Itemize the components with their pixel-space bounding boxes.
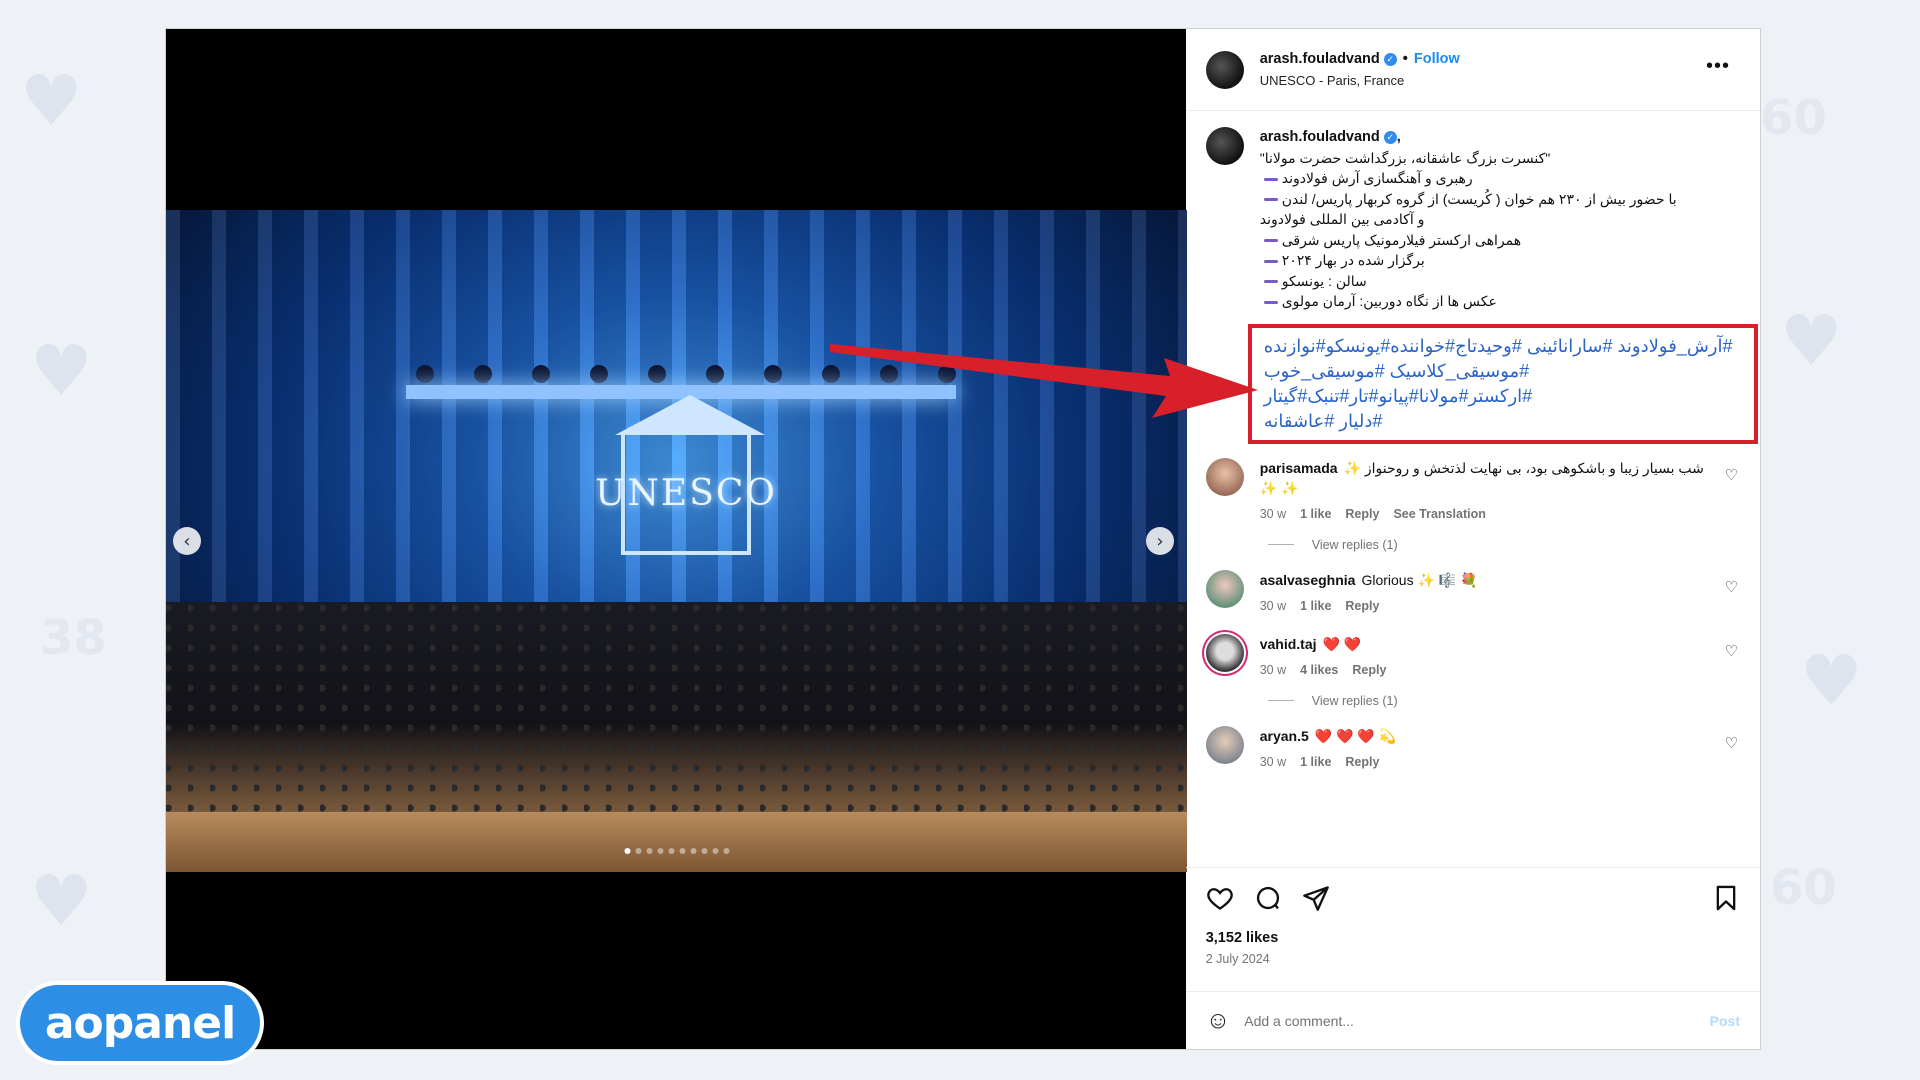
caption-line: همراهی ارکستر فیلارمونیک پاریس شرقی [1260,230,1740,251]
red-annotation-arrow [830,344,1258,418]
verified-icon: ✓ [1383,130,1397,144]
caption-author-avatar[interactable] [1205,127,1244,165]
author-avatar[interactable] [1205,50,1244,89]
commenter-avatar[interactable] [1205,457,1244,496]
view-replies-button[interactable]: View replies (1) [1268,694,1760,708]
hashtag-line[interactable]: #ارکستر#مولانا#پیانو#تار#تنبک#گیتار [1264,384,1746,409]
hashtag-line[interactable]: #دلیار #عاشقانه [1264,409,1746,434]
comment-item: asalvaseghnia Glorious ✨ 🎼 💐 30 w 1 like … [1186,569,1760,616]
caption-line: و آکادمی بین المللی فولادوند [1259,211,1425,227]
commenter-avatar[interactable] [1205,633,1244,672]
hashtags-highlight-box: #آرش_فولادوند #سارانائینی #وحیدتاج#خوانن… [1247,323,1758,444]
bookmark-icon[interactable] [1712,884,1740,912]
comment-likes[interactable]: 1 like [1300,596,1331,616]
aopanel-watermark-logo: aopanel [20,985,260,1061]
post-comment-button[interactable]: Post [1710,1013,1740,1029]
reply-button[interactable]: Reply [1352,660,1386,680]
comment-heart-icon[interactable]: ♡ [1725,578,1738,596]
comment-item: aryan.5 ❤️ ❤️ ❤️ 💫 30 w 1 like Reply ♡ [1186,725,1760,772]
comment-time: 30 w [1259,598,1287,613]
verified-icon: ✓ [1383,52,1397,66]
commenter-avatar[interactable] [1205,725,1244,764]
post-media: UNESCO [166,29,1187,1049]
comment-time: 30 w [1259,506,1287,521]
comment-heart-icon[interactable]: ♡ [1725,466,1738,484]
comment-icon[interactable] [1254,884,1282,912]
commenter-avatar[interactable] [1205,569,1244,608]
caption-line: با حضور بیش از ۲۳۰ هم خوان ( کُریست) از … [1260,189,1740,210]
comment-input[interactable] [1244,1012,1710,1029]
reply-button[interactable]: Reply [1345,596,1379,616]
carousel-dots [624,848,729,854]
comment-likes[interactable]: 4 likes [1300,660,1338,680]
comment-likes[interactable]: 1 like [1300,752,1331,772]
post-location[interactable]: UNESCO - Paris, France [1260,73,1460,88]
commenter-username[interactable]: aryan.5 [1260,728,1309,744]
reply-button[interactable]: Reply [1345,752,1379,772]
comment-item: parisamada شب بسیار زیبا و باشکوهی بود، ب… [1186,457,1760,524]
caption-line: سالن : یونسکو [1260,271,1740,292]
caption-line: "کنسرت بزرگ عاشقانه، بزرگداشت حضرت مولان… [1259,149,1551,166]
caption-suffix: , [1396,129,1401,145]
comment-text: ❤️ ❤️ [1322,635,1362,652]
comment-time: 30 w [1259,662,1287,677]
comment-text: ❤️ ❤️ ❤️ 💫 [1314,727,1397,744]
separator-dot: • [1402,51,1408,67]
emoji-icon[interactable]: ☺ [1206,1007,1231,1035]
reply-button[interactable]: Reply [1345,504,1379,524]
commenter-username[interactable]: parisamada [1260,460,1338,476]
comment-text: Glorious ✨ 🎼 💐 [1361,571,1478,588]
caption-line: عکس ها از نگاه دوربین: آرمان مولوی [1260,291,1740,312]
likes-count[interactable]: 3,152 likes [1206,930,1740,946]
post-modal: UNESCO arash.fouladvand ✓ • Follow UNESC… [165,28,1761,1050]
post-caption: arash.fouladvand ✓ , "کنسرت بزرگ عاشقانه… [1186,111,1760,312]
caption-username[interactable]: arash.fouladvand [1260,127,1380,148]
concert-photo: UNESCO [166,210,1187,872]
heart-icon[interactable] [1206,884,1234,912]
post-side-panel: arash.fouladvand ✓ • Follow UNESCO - Par… [1185,29,1760,1049]
add-comment-bar: ☺ Post [1185,991,1760,1049]
share-icon[interactable] [1302,884,1330,912]
unesco-logo: UNESCO [595,395,775,555]
caption-line: رهبری و آهنگسازی آرش فولادوند [1260,168,1740,189]
comment-likes[interactable]: 1 like [1300,504,1331,524]
previous-slide-button[interactable]: ‹ [173,527,201,555]
hashtag-line[interactable]: #آرش_فولادوند #سارانائینی #وحیدتاج#خوانن… [1264,334,1746,359]
author-username[interactable]: arash.fouladvand [1260,51,1380,67]
commenter-username[interactable]: asalvaseghnia [1260,572,1356,588]
comments-scroll-area[interactable]: arash.fouladvand ✓ , "کنسرت بزرگ عاشقانه… [1186,111,1760,867]
hashtag-line[interactable]: #موسیقی_کلاسیک #موسیقی_خوب [1264,359,1746,384]
comment-heart-icon[interactable]: ♡ [1725,734,1738,752]
caption-line: برگزار شده در بهار ۲۰۲۴ [1260,250,1740,271]
follow-button[interactable]: Follow [1414,51,1460,67]
post-date: 2 July 2024 [1205,952,1270,966]
stage-floor [166,812,1187,872]
post-header: arash.fouladvand ✓ • Follow UNESCO - Par… [1185,29,1760,111]
see-translation-button[interactable]: See Translation [1393,504,1485,524]
comment-item: vahid.taj ❤️ ❤️ 30 w 4 likes Reply ♡ [1186,633,1760,680]
next-slide-button[interactable]: › [1146,527,1174,555]
commenter-username[interactable]: vahid.taj [1260,636,1317,652]
post-actions: 3,152 likes 2 July 2024 [1185,867,1760,991]
more-icon[interactable]: ••• [1706,55,1730,78]
comment-time: 30 w [1259,754,1287,769]
view-replies-button[interactable]: View replies (1) [1268,538,1760,552]
comment-heart-icon[interactable]: ♡ [1725,642,1738,660]
